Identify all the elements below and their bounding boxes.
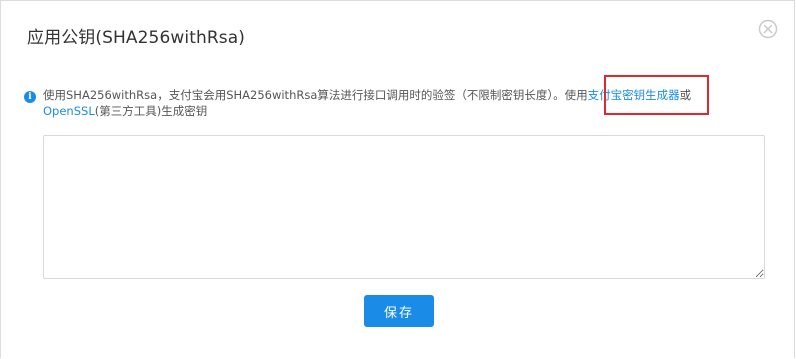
key-generator-link[interactable]: 支付宝密钥生成器	[588, 88, 680, 102]
notice-text: 使用SHA256withRsa，支付宝会用SHA256withRsa算法进行接口…	[43, 87, 743, 119]
openssl-link[interactable]: OpenSSL	[43, 104, 95, 118]
notice-text-before: 使用SHA256withRsa，支付宝会用SHA256withRsa算法进行接口…	[43, 88, 588, 102]
save-button[interactable]: 保存	[364, 295, 434, 327]
public-key-input[interactable]	[43, 135, 765, 279]
notice-text-after: (第三方工具)生成密钥	[94, 104, 208, 118]
public-key-dialog: 应用公钥(SHA256withRsa) i 使用SHA256withRsa，支付…	[0, 0, 795, 358]
dialog-title: 应用公钥(SHA256withRsa)	[27, 28, 245, 48]
close-icon[interactable]	[758, 19, 778, 39]
notice-text-or: 或	[679, 88, 692, 102]
info-icon: i	[24, 91, 36, 103]
